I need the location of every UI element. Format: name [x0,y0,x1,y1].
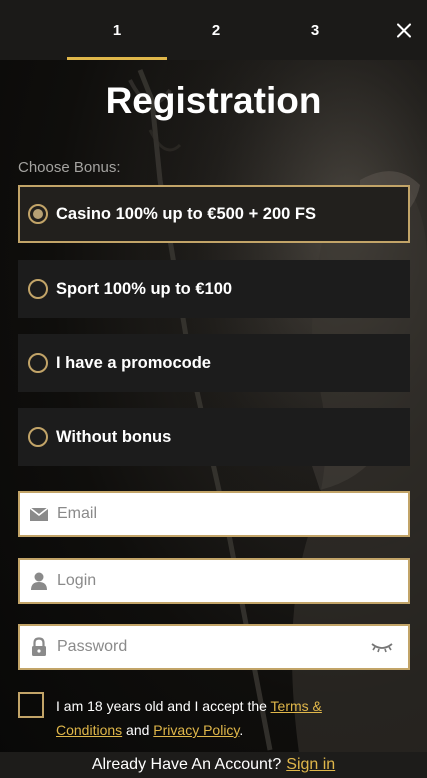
close-icon[interactable] [390,16,418,44]
login-input[interactable] [49,560,408,602]
steps-header: 1 2 3 [0,0,427,60]
user-icon [31,572,47,590]
bonus-option-promocode[interactable]: I have a promocode [18,334,410,392]
accept-text-after: . [239,722,244,738]
bonus-option-label: Sport 100% up to €100 [56,279,233,298]
eye-closed-icon[interactable] [370,639,394,655]
bonus-option-label: Without bonus [56,427,172,446]
page-title: Registration [105,80,322,121]
active-step-indicator [67,57,167,60]
password-input[interactable] [49,626,370,668]
bonus-option-without[interactable]: Without bonus [18,408,410,466]
bonus-option-label: Casino 100% up to €500 + 200 FS [56,204,316,223]
accept-text-and: and [122,722,154,738]
privacy-link[interactable]: Privacy Policy [153,722,239,738]
lock-icon [32,637,46,656]
email-input[interactable] [49,493,408,535]
step-1-tab[interactable]: 1 [67,0,167,60]
radio-button[interactable] [28,353,48,373]
step-3-tab[interactable]: 3 [265,0,365,60]
accept-terms-row: I am 18 years old and I accept the Terms… [18,690,410,742]
radio-button[interactable] [28,427,48,447]
radio-button[interactable] [28,279,48,299]
footer-text: Already Have An Account? [91,756,282,773]
accept-text-before: I am 18 years old and I accept the [56,698,271,714]
bonus-option-sport[interactable]: Sport 100% up to €100 [18,260,410,318]
footer-bar: Already Have An Account? Sign in [0,752,427,778]
email-field [18,491,410,537]
registration-screen: 1 2 3 Registration Choose Bonus: Casino … [0,0,427,778]
step-2-tab[interactable]: 2 [166,0,266,60]
choose-bonus-label: Choose Bonus: [18,159,121,176]
envelope-icon [29,507,49,521]
bonus-option-label: I have a promocode [56,353,211,372]
bonus-option-casino[interactable]: Casino 100% up to €500 + 200 FS [18,185,410,243]
radio-button[interactable] [28,204,48,224]
accept-checkbox[interactable] [18,692,44,718]
password-field [18,624,410,670]
sign-in-link[interactable]: Sign in [286,756,335,774]
login-field [18,558,410,604]
accept-terms-text: I am 18 years old and I accept the Terms… [56,694,386,742]
